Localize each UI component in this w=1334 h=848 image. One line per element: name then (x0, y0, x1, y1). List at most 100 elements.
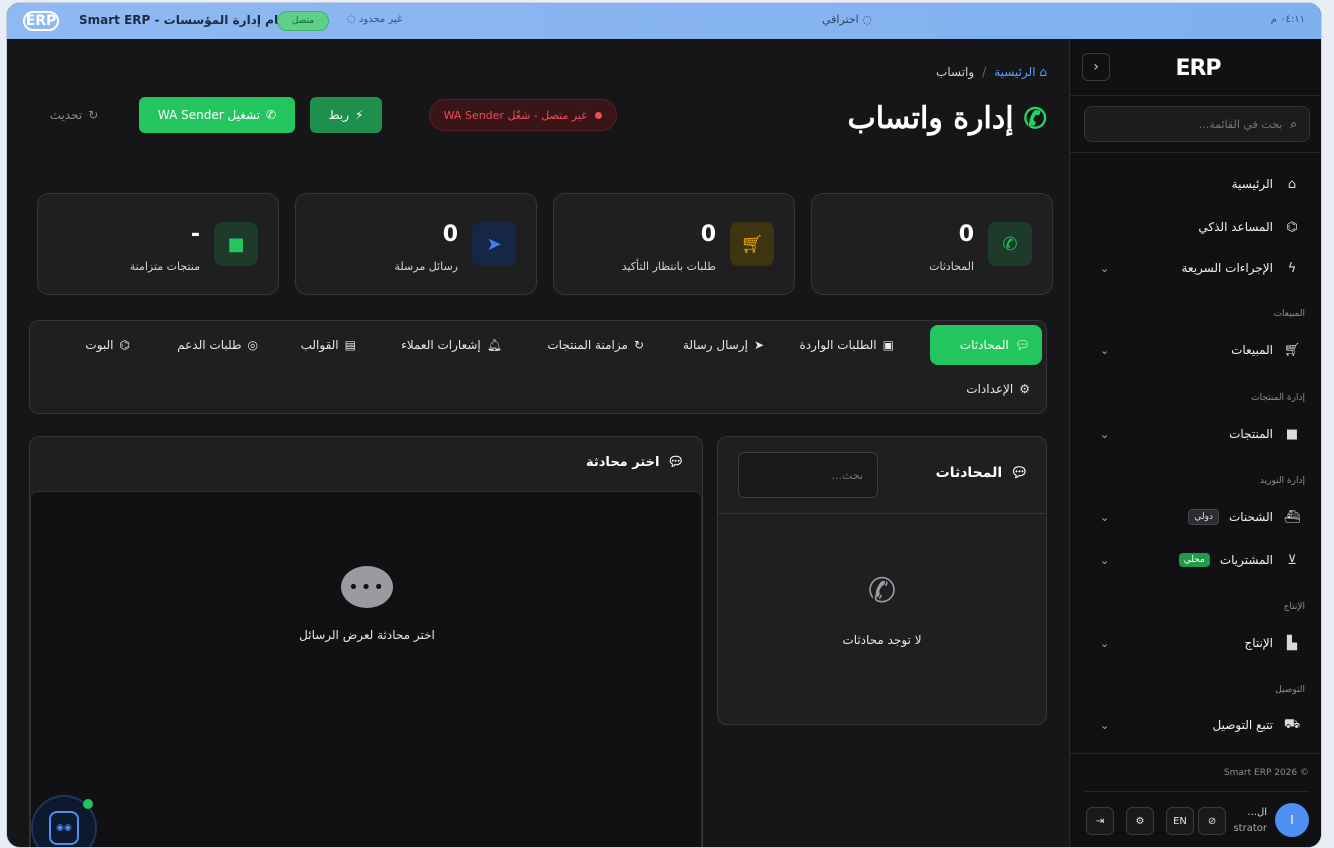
status-text: غير متصل - شغّل WA Sender (443, 108, 587, 122)
refresh-button[interactable]: ↻ تحديث (29, 97, 119, 133)
collapse-sidebar-button[interactable]: ‹ (1082, 53, 1110, 81)
cart-icon: 🛒︎ (1283, 342, 1301, 358)
sidebar-item-delivery[interactable]: ⛟ تتبع التوصيل ⌄ (1086, 713, 1301, 737)
empty-conversations-text: لا توجد محادثات (842, 633, 922, 647)
truck-icon: ⛟ (1283, 716, 1301, 732)
sidebar-search-input[interactable] (1102, 117, 1283, 131)
chevron-down-icon: ⌄ (1100, 343, 1110, 357)
tab-product-sync[interactable]: ↻ مزامنة المنتجات (535, 325, 656, 365)
breadcrumb-current: واتساب (936, 65, 975, 79)
chevron-down-icon: ⌄ (1100, 427, 1110, 441)
sidebar-item-sales[interactable]: 🛒︎ المبيعات ⌄ (1086, 338, 1301, 362)
tab-label: طلبات الدعم (177, 338, 242, 352)
search-icon: ⌕ (1290, 116, 1297, 131)
stat-card-sent-messages: ➤ 0 رسائل مرسلة (295, 193, 537, 295)
chat-empty-text: اختر محادثة لعرض الرسائل (299, 628, 435, 642)
tab-support-requests[interactable]: ◎ طلبات الدعم (165, 325, 270, 365)
tab-conversations[interactable]: 💬︎ المحادثات (930, 325, 1042, 365)
logout-button[interactable]: ⇥ (1086, 807, 1114, 835)
page-title-text: إدارة واتساب (847, 101, 1014, 136)
sidebar-search[interactable]: ⌕ (1084, 106, 1310, 142)
bag-icon: ▣ (882, 338, 894, 352)
theme-toggle-button[interactable]: ⊘ (1198, 807, 1226, 835)
chat-panel: 💬︎ اختر محادثة ••• اختر محادثة لعرض الرس… (29, 436, 703, 847)
chevron-down-icon: ⌄ (1100, 553, 1110, 567)
local-badge: محلي (1178, 553, 1210, 567)
whatsapp-icon: ✆ (988, 222, 1032, 266)
sidebar-item-label: المنتجات (1229, 427, 1273, 441)
comment-dots-icon: ••• (341, 566, 393, 608)
top-bar: ERP Smart ERP - نظام إدارة المؤسسات متصل… (7, 3, 1321, 39)
tab-send-message[interactable]: ➤ إرسال رسالة (671, 325, 776, 365)
language-button[interactable]: EN (1166, 807, 1194, 835)
conversation-search[interactable] (738, 452, 878, 498)
bell-icon: 🔔︎ (486, 338, 502, 352)
whatsapp-icon: ✆ (867, 571, 897, 611)
sidebar-item-purchases[interactable]: ⊻ المشتريات محلي ⌄ (1086, 548, 1301, 572)
settings-button[interactable]: ⚙ (1126, 807, 1154, 835)
main-content: ⌂ الرئيسية / واتساب ✆ إدارة واتساب غير م… (7, 39, 1069, 847)
status-dot (595, 111, 602, 119)
tab-templates[interactable]: ▤ القوالب (289, 325, 368, 365)
comments-icon: 💬︎ (1014, 338, 1030, 352)
section-sales: المبيعات (1273, 309, 1305, 319)
plan-text: غير محدود (358, 14, 403, 25)
factory-icon: ▙ (1287, 635, 1297, 651)
send-icon: ➤ (753, 338, 764, 352)
user-name: ال... (1247, 807, 1267, 818)
gear-icon: ⚙ (1135, 815, 1145, 827)
cart-icon: 🛒︎ (730, 222, 774, 266)
conversation-search-input[interactable] (739, 453, 877, 497)
start-wa-sender-button[interactable]: ✆ تشغيل WA Sender (139, 97, 295, 133)
stat-card-pending-orders: 🛒︎ 0 طلبات بانتظار التأكيد (553, 193, 795, 295)
divider (1084, 791, 1310, 792)
sidebar-item-label: المبيعات (1231, 343, 1273, 357)
online-indicator (83, 799, 93, 809)
sidebar-item-quick-actions[interactable]: ϟ الإجراءات السريعة ⌄ (1086, 256, 1301, 280)
app-window: ERP Smart ERP - نظام إدارة المؤسسات متصل… (6, 2, 1322, 848)
tab-customer-notifications[interactable]: 🔔︎ إشعارات العملاء (389, 325, 514, 365)
user-role: strator (1233, 823, 1267, 834)
breadcrumb-home-label: الرئيسية (994, 65, 1036, 79)
robot-icon: ⌬ (119, 338, 130, 352)
sidebar-item-label: المساعد الذكي (1198, 220, 1273, 234)
breadcrumb: ⌂ الرئيسية / واتساب (936, 65, 1047, 79)
plug-icon: ⚡ (355, 108, 364, 122)
sidebar-item-assistant[interactable]: ⌬ المساعد الذكي (1086, 215, 1301, 239)
send-icon: ➤ (472, 222, 516, 266)
stat-label: المحادثات (929, 260, 974, 273)
stat-label: منتجات متزامنة (129, 260, 200, 273)
sidebar-item-products[interactable]: ■ المنتجات ⌄ (1086, 422, 1301, 446)
chevron-left-icon: ‹ (1093, 59, 1099, 75)
sidebar-item-production[interactable]: ▙ الإنتاج ⌄ (1086, 631, 1301, 655)
whatsapp-small-icon: ✆ (266, 108, 277, 122)
box-icon: ■ (214, 222, 258, 266)
stat-card-synced-products: ■ - منتجات متزامنة (37, 193, 279, 295)
chat-title-text: اختر محادثة (586, 455, 660, 470)
sync-icon: ↻ (633, 338, 644, 352)
erp-logo: ERP (23, 11, 59, 31)
tab-incoming-orders[interactable]: ▣ الطلبات الواردة (788, 325, 907, 365)
tab-label: الإعدادات (966, 382, 1014, 396)
chat-title: 💬︎ اختر محادثة (586, 455, 684, 470)
avatar[interactable]: I (1275, 803, 1309, 837)
breadcrumb-home[interactable]: ⌂ الرئيسية (994, 65, 1047, 79)
refresh-icon: ↻ (88, 108, 99, 122)
tab-settings[interactable]: ⚙ الإعدادات (954, 369, 1042, 409)
page-title: ✆ إدارة واتساب (848, 101, 1047, 136)
gear-icon: ⚙ (1019, 382, 1030, 396)
link-button[interactable]: ⚡ ربط (310, 97, 382, 133)
ai-assistant-launcher[interactable]: ◉◉ (31, 795, 97, 847)
robot-icon: ⌬ (1286, 219, 1298, 235)
home-icon: ⌂ (1035, 65, 1047, 79)
sidebar-item-home[interactable]: ⌂ الرئيسية (1086, 172, 1301, 196)
logout-icon: ⇥ (1095, 815, 1105, 827)
clock: ٠٤:١١ م (1270, 14, 1305, 25)
sidebar-item-shipments[interactable]: ⛴ الشحنات دولي ⌄ (1086, 505, 1301, 529)
stat-card-conversations: ✆ 0 المحادثات (811, 193, 1053, 295)
location-icon: ◌ (858, 13, 872, 26)
conversations-title: 💬︎ المحادثات (936, 465, 1028, 481)
international-badge: دولي (1188, 509, 1219, 525)
tab-bot[interactable]: ⌬ البوت (73, 325, 142, 365)
breadcrumb-separator: / (982, 65, 987, 79)
